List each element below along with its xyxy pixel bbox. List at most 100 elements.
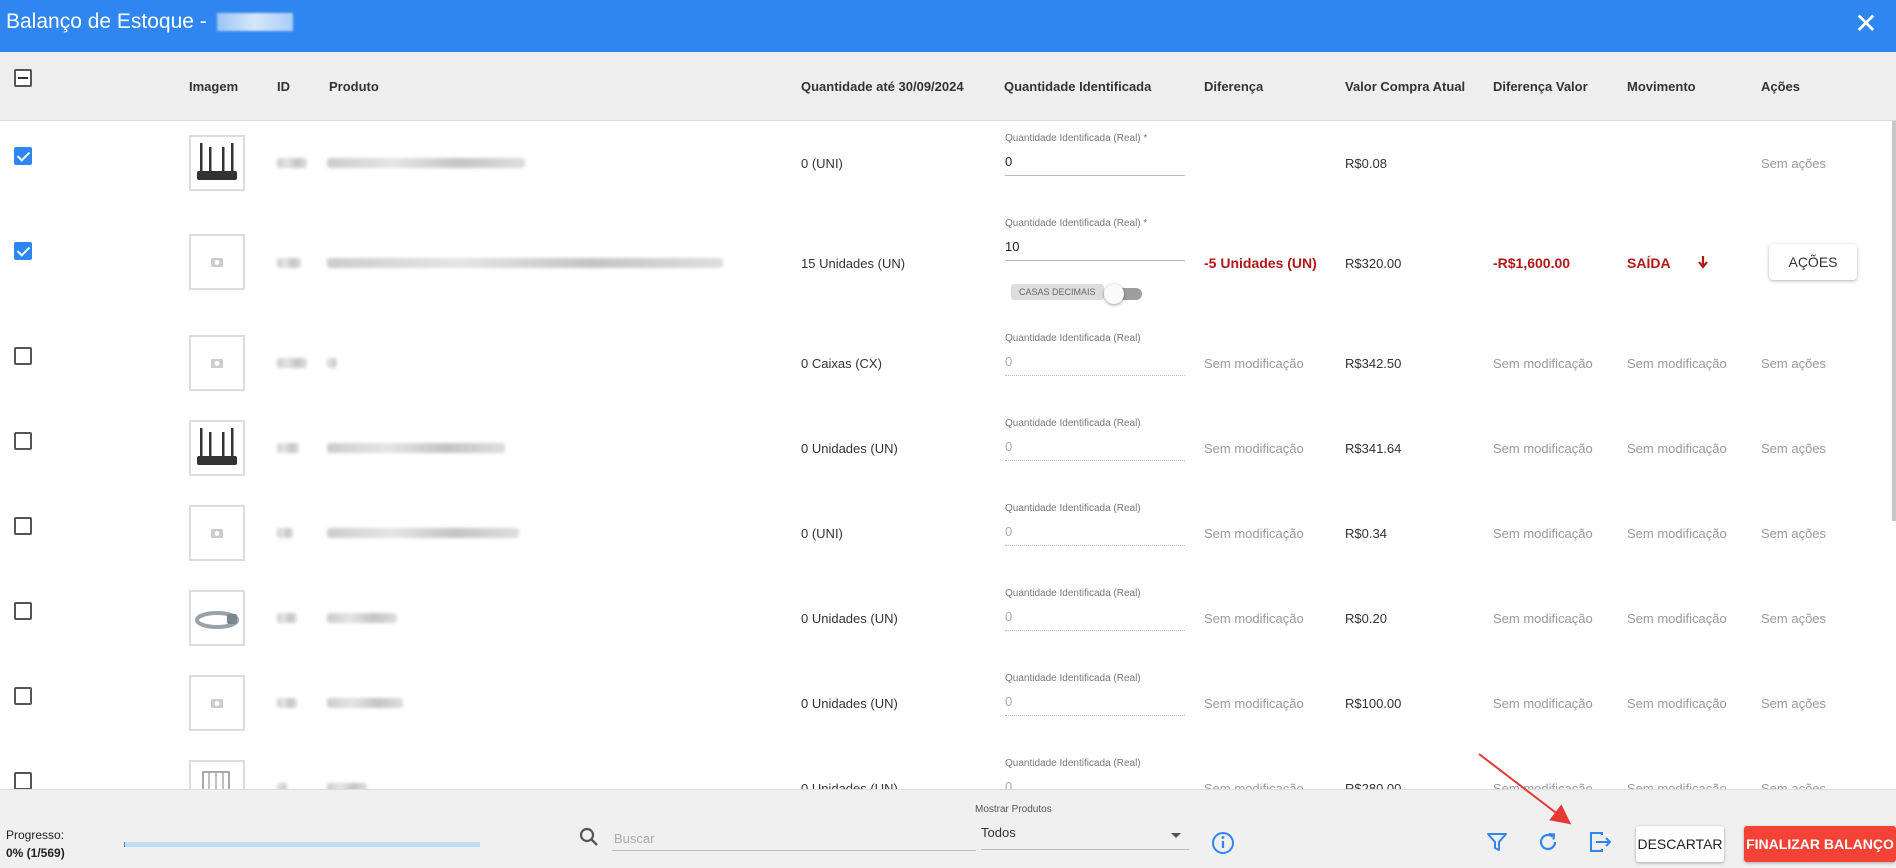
redacted-id xyxy=(277,358,307,368)
table-row: 0 Caixas (CX) Quantidade Identificada (R… xyxy=(0,321,1892,407)
quantidade-identificada-label: Quantidade Identificada (Real) xyxy=(1005,503,1141,514)
redacted-id xyxy=(277,158,307,168)
quantidade-identificada-input[interactable]: 0 xyxy=(1005,694,1185,716)
show-products-value: Todos xyxy=(981,825,1016,840)
progress-value: 0% (1/569) xyxy=(6,846,65,860)
export-icon[interactable] xyxy=(1588,830,1618,860)
valor-compra-value: R$341.64 xyxy=(1345,441,1402,456)
acoes-button[interactable]: AÇÕES xyxy=(1769,244,1857,280)
finalizar-balanco-button[interactable]: FINALIZAR BALANÇO xyxy=(1744,826,1896,862)
show-products-select[interactable]: Todos xyxy=(981,825,1189,850)
select-all-checkbox[interactable] xyxy=(14,69,32,87)
diferenca-value: Sem modificação xyxy=(1204,441,1304,456)
quantidade-identificada-label: Quantidade Identificada (Real) * xyxy=(1005,133,1148,144)
col-movimento: Movimento xyxy=(1627,79,1696,94)
valor-compra-value: R$0.08 xyxy=(1345,156,1387,171)
redacted-product-name xyxy=(327,613,397,623)
camera-icon xyxy=(189,675,245,731)
redacted-product-name xyxy=(327,358,337,368)
diferenca-value: Sem modificação xyxy=(1204,781,1304,789)
row-checkbox[interactable] xyxy=(14,242,32,260)
movimento-value: Sem modificação xyxy=(1627,441,1727,456)
col-quantidade: Quantidade até 30/09/2024 xyxy=(801,79,964,94)
valor-compra-value: R$320.00 xyxy=(1345,256,1402,271)
table-body: 0 (UNI) Quantidade Identificada (Real) *… xyxy=(0,121,1892,789)
quantidade-value: 0 Unidades (UN) xyxy=(801,611,898,626)
arrow-down-icon xyxy=(1697,255,1709,272)
redacted-id xyxy=(277,613,297,623)
col-id: ID xyxy=(277,79,290,94)
quantidade-identificada-input[interactable]: 0 xyxy=(1005,439,1185,461)
valor-compra-value: R$100.00 xyxy=(1345,696,1402,711)
quantidade-identificada-input[interactable]: 0 xyxy=(1005,779,1185,789)
quantidade-identificada-input[interactable]: 10 xyxy=(1005,239,1185,261)
close-icon[interactable]: ✕ xyxy=(1848,6,1884,42)
quantidade-identificada-input[interactable]: 0 xyxy=(1005,354,1185,376)
movimento-value: Sem modificação xyxy=(1627,356,1727,371)
quantidade-identificada-label: Quantidade Identificada (Real) xyxy=(1005,588,1141,599)
col-valor-compra: Valor Compra Atual xyxy=(1345,79,1466,94)
refresh-icon[interactable] xyxy=(1536,830,1566,860)
valor-compra-value: R$0.34 xyxy=(1345,526,1387,541)
chevron-down-icon xyxy=(1171,833,1181,838)
redacted-id xyxy=(277,698,297,708)
quantidade-identificada-label: Quantidade Identificada (Real) xyxy=(1005,758,1141,769)
casas-decimais-toggle[interactable] xyxy=(1104,284,1142,304)
valor-compra-value: R$280.00 xyxy=(1345,781,1402,789)
acoes-text: Sem ações xyxy=(1761,156,1827,171)
filter-icon[interactable] xyxy=(1485,830,1515,860)
row-checkbox[interactable] xyxy=(14,602,32,620)
quantidade-identificada-label: Quantidade Identificada (Real) xyxy=(1005,418,1141,429)
table-header: Imagem ID Produto Quantidade até 30/09/2… xyxy=(0,52,1896,121)
diferenca-value: Sem modificação xyxy=(1204,696,1304,711)
diferenca-valor-value: Sem modificação xyxy=(1493,526,1593,541)
movimento-value: Sem modificação xyxy=(1627,781,1727,789)
movimento-value: Sem modificação xyxy=(1627,696,1727,711)
table-row: 0 Unidades (UN) Quantidade Identificada … xyxy=(0,576,1892,662)
diferenca-valor-value: Sem modificação xyxy=(1493,696,1593,711)
quantidade-value: 0 Caixas (CX) xyxy=(801,356,882,371)
col-acoes: Ações xyxy=(1761,79,1801,94)
table-row: 15 Unidades (UN) Quantidade Identificada… xyxy=(0,206,1892,322)
col-quantidade-identificada: Quantidade Identificada xyxy=(1004,79,1152,94)
row-checkbox[interactable] xyxy=(14,147,32,165)
search-input[interactable] xyxy=(612,826,976,851)
col-produto: Produto xyxy=(329,79,379,94)
progress-label: Progresso: xyxy=(6,828,65,842)
redacted-product-name xyxy=(327,698,403,708)
table-row: 0 (UNI) Quantidade Identificada (Real) *… xyxy=(0,121,1892,207)
row-checkbox[interactable] xyxy=(14,347,32,365)
hose-clamp-icon xyxy=(189,590,245,646)
valor-compra-value: R$342.50 xyxy=(1345,356,1402,371)
quantidade-identificada-label: Quantidade Identificada (Real) xyxy=(1005,673,1141,684)
quantidade-identificada-input[interactable]: 0 xyxy=(1005,524,1185,546)
row-checkbox[interactable] xyxy=(14,517,32,535)
table-row: 0 Unidades (UN) Quantidade Identificada … xyxy=(0,661,1892,747)
diferenca-valor-value: Sem modificação xyxy=(1493,356,1593,371)
diferenca-value: Sem modificação xyxy=(1204,356,1304,371)
table-row: 0 Unidades (UN) Quantidade Identificada … xyxy=(0,406,1892,492)
acoes-text: Sem ações xyxy=(1761,696,1827,711)
descartar-button[interactable]: DESCARTAR xyxy=(1636,826,1724,862)
router-icon xyxy=(189,135,245,191)
acoes-text: Sem ações xyxy=(1761,611,1827,626)
table-scrollbar[interactable] xyxy=(1892,121,1896,521)
row-checkbox[interactable] xyxy=(14,687,32,705)
row-checkbox[interactable] xyxy=(14,432,32,450)
diferenca-valor-value: Sem modificação xyxy=(1493,441,1593,456)
redacted-id xyxy=(277,528,293,538)
hardware-icon xyxy=(189,760,245,789)
acoes-text: Sem ações xyxy=(1761,526,1827,541)
info-icon[interactable] xyxy=(1210,830,1240,860)
movimento-value: SAÍDA xyxy=(1627,255,1671,271)
quantidade-identificada-input[interactable]: 0 xyxy=(1005,609,1185,631)
acoes-text: Sem ações xyxy=(1761,356,1827,371)
show-products-label: Mostrar Produtos xyxy=(975,804,1052,815)
col-imagem: Imagem xyxy=(189,79,239,94)
quantidade-identificada-input[interactable]: 0 xyxy=(1005,154,1185,176)
row-checkbox[interactable] xyxy=(14,772,32,789)
diferenca-valor-value: Sem modificação xyxy=(1493,611,1593,626)
movimento-value: Sem modificação xyxy=(1627,526,1727,541)
redacted-id xyxy=(277,443,299,453)
search-icon xyxy=(578,826,600,848)
